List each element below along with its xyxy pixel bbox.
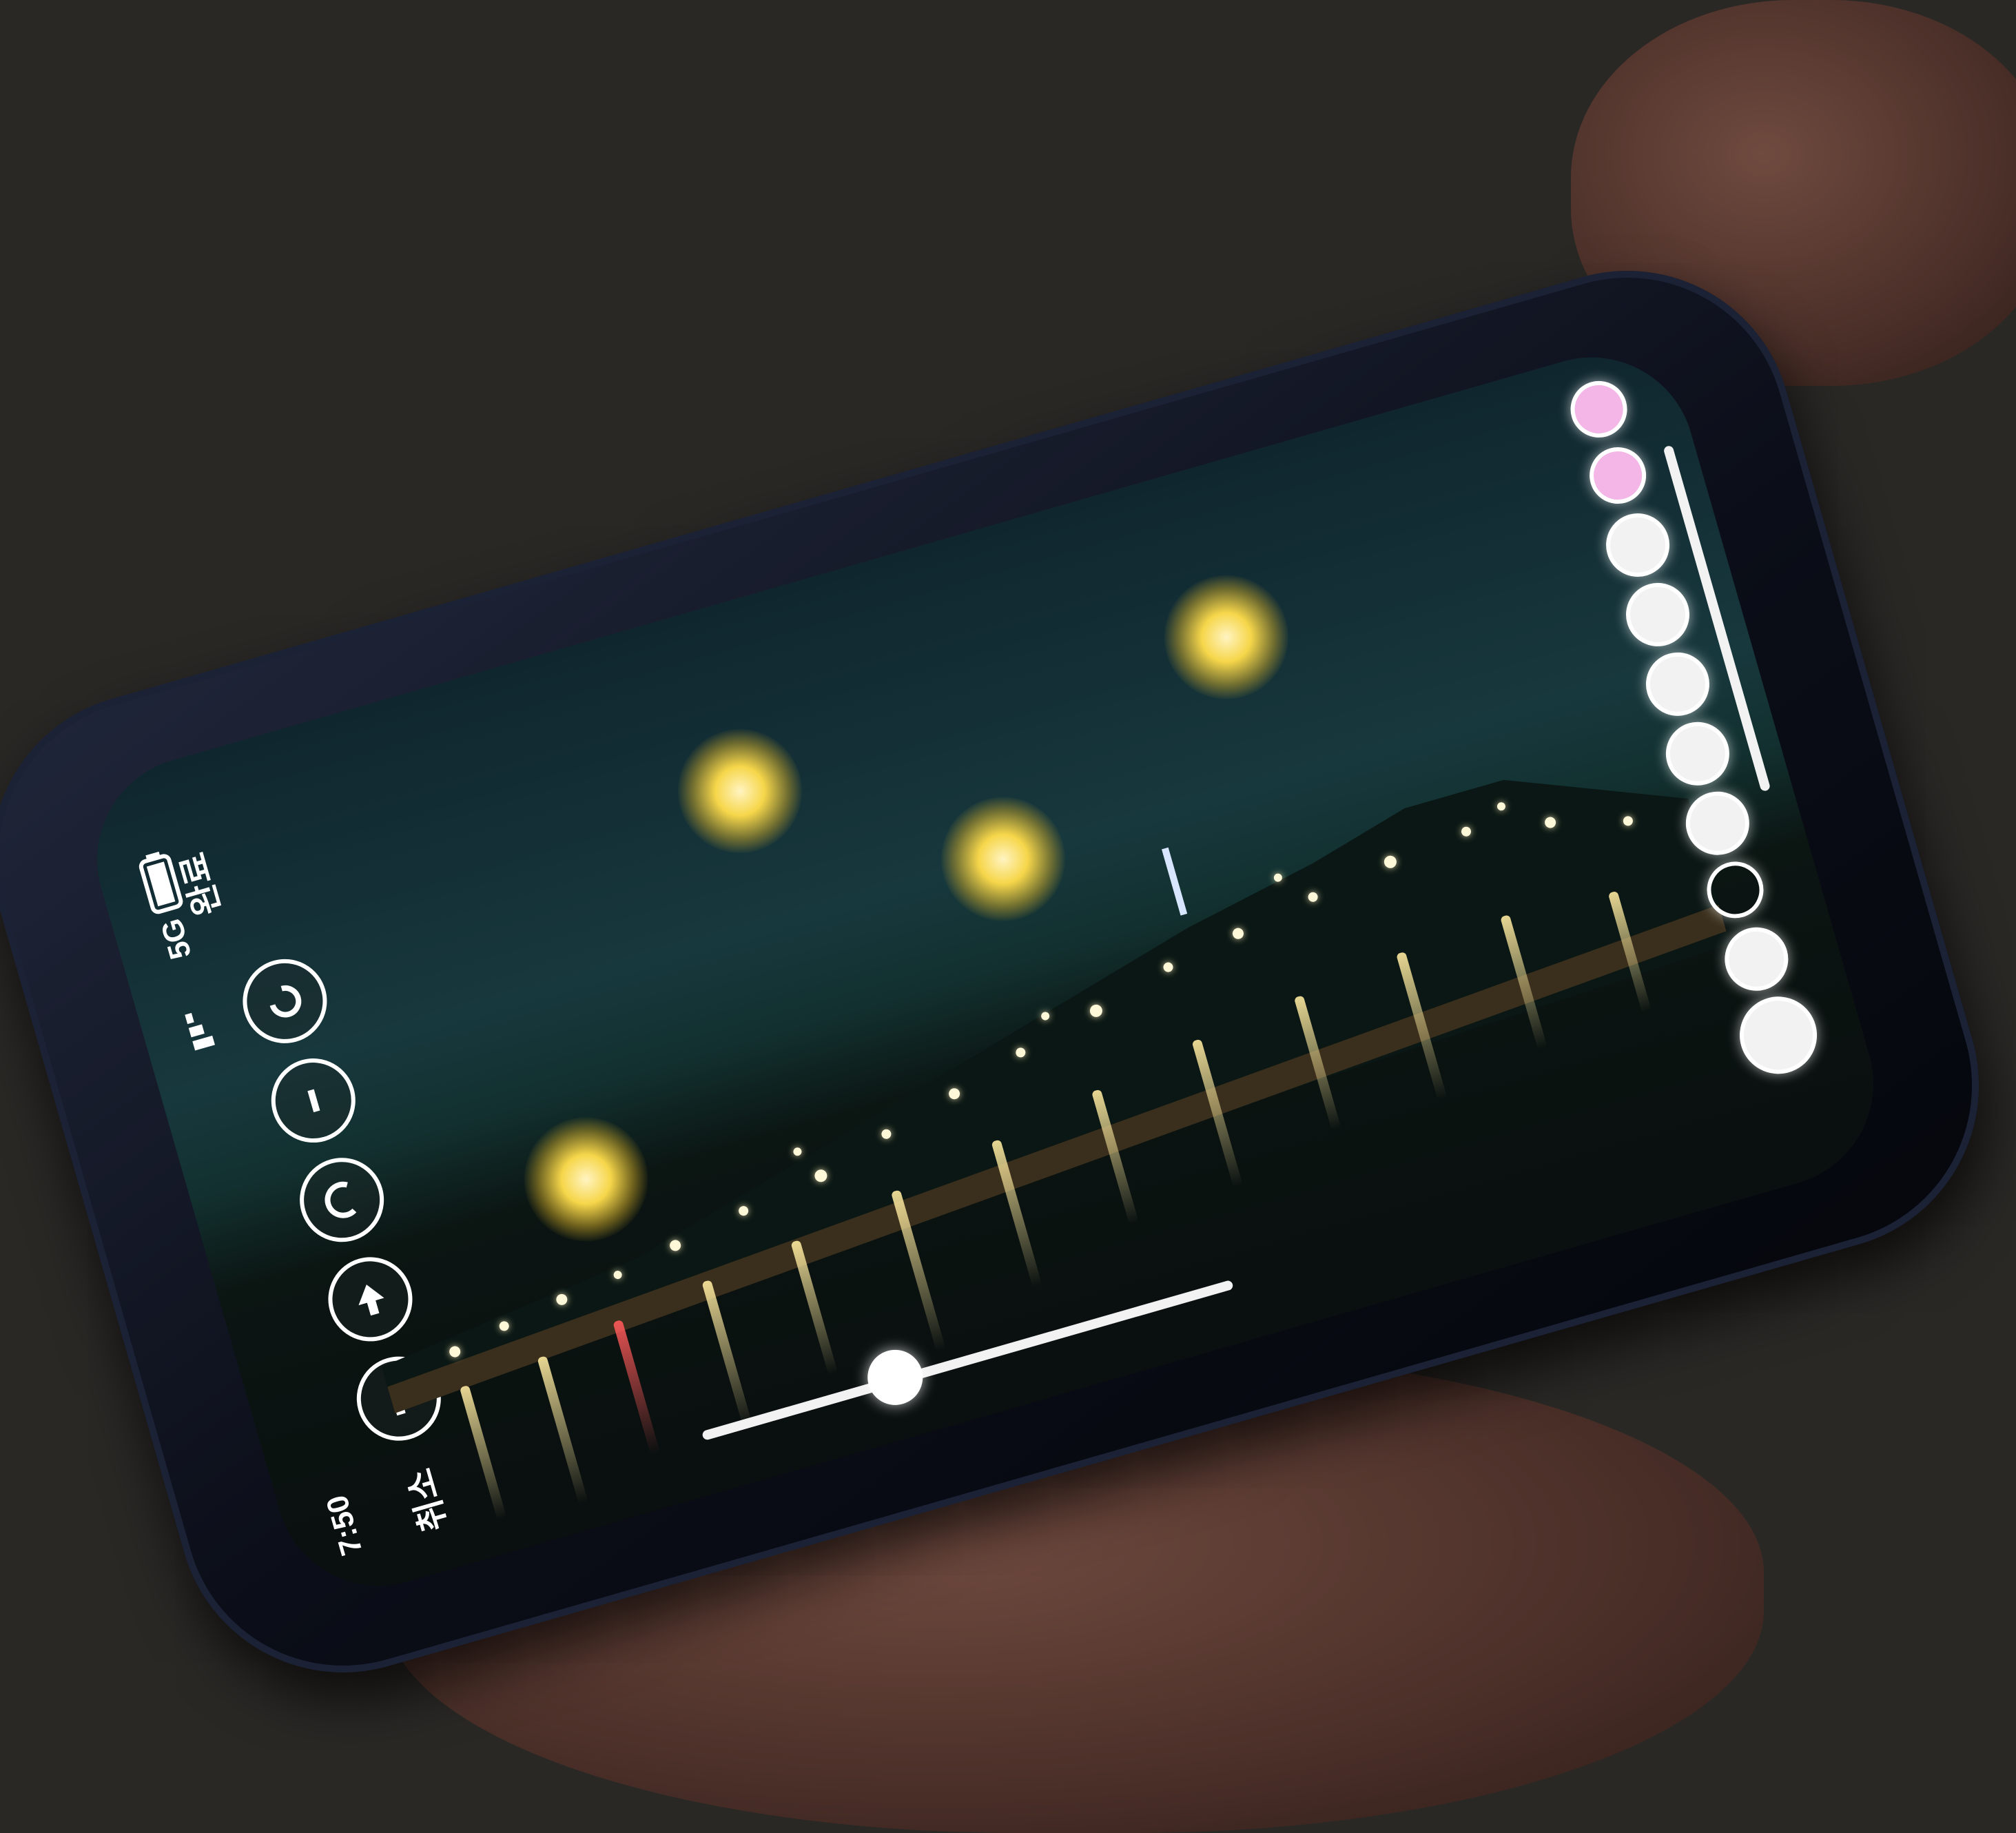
photo-scene: 7:50 5G 취소 완료 (0, 0, 2016, 1833)
phone-screen: 7:50 5G 취소 완료 (72, 333, 1898, 1610)
